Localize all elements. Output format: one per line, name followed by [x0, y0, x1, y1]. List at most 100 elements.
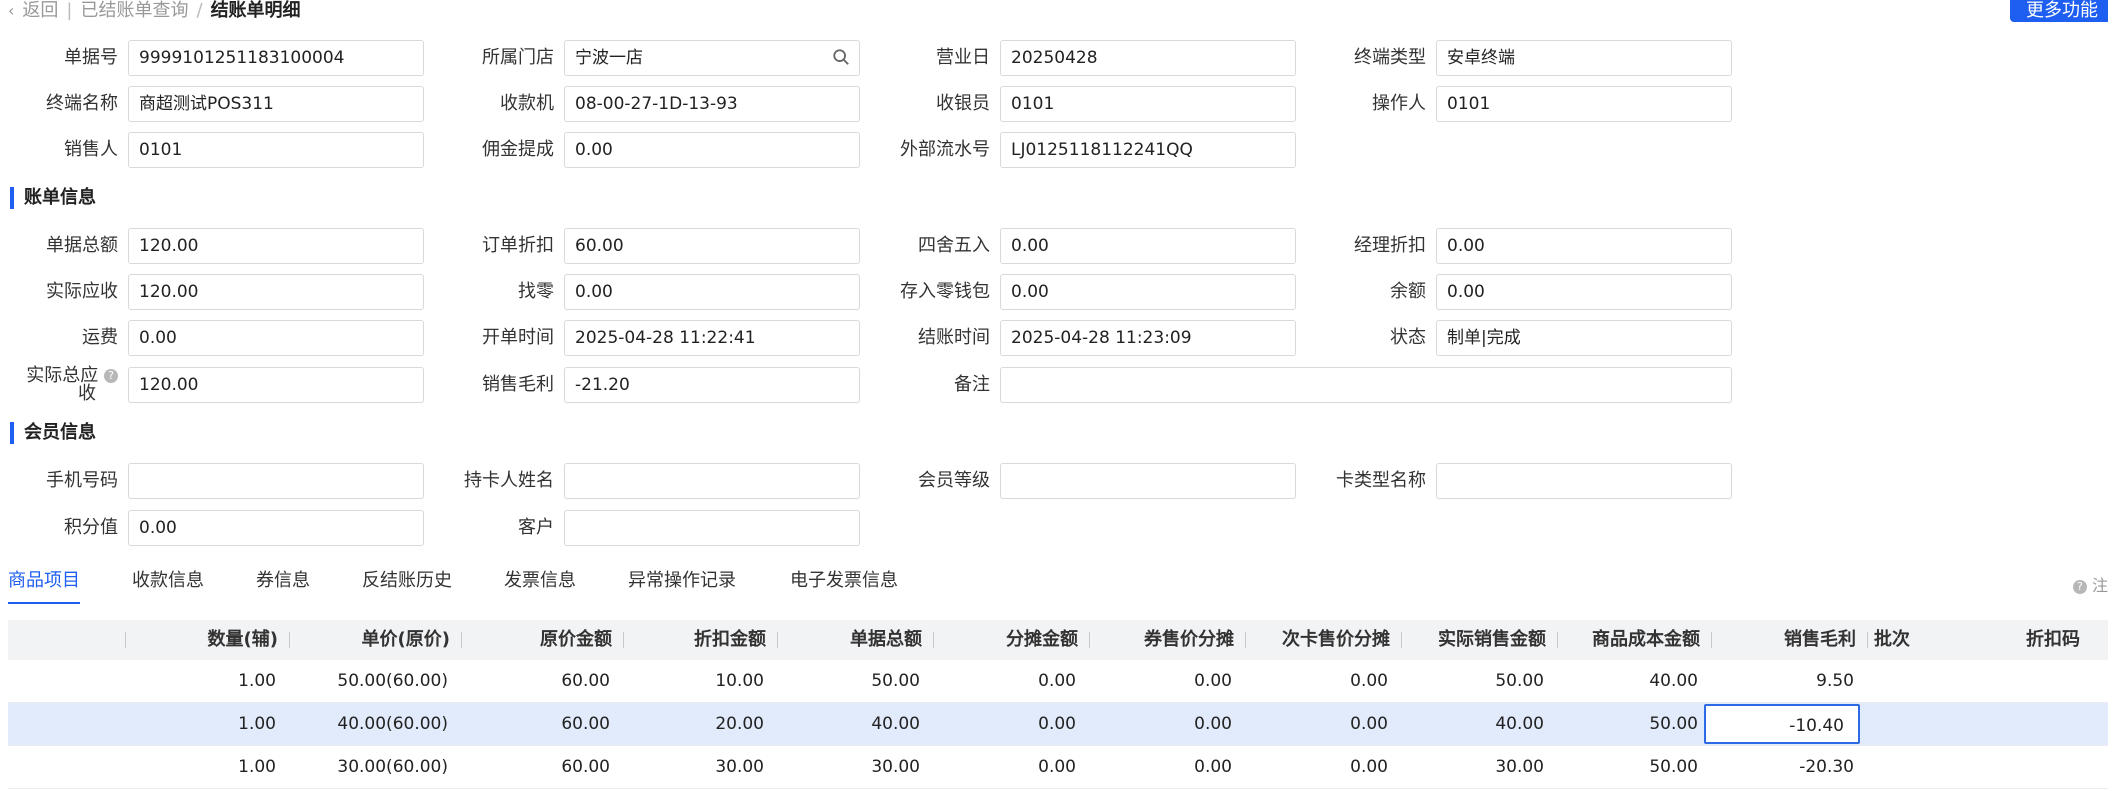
actual-total-input[interactable]: 120.00 [128, 367, 424, 403]
column-header[interactable]: 批次 [1868, 620, 2026, 660]
tab-payments[interactable]: 收款信息 [132, 566, 204, 602]
tab-reverse-history[interactable]: 反结账历史 [362, 566, 452, 602]
manager-discount-field: 经理折扣 0.00 [1354, 228, 1732, 264]
close-time-input[interactable]: 2025-04-28 11:23:09 [1000, 320, 1296, 356]
rounding-input[interactable]: 0.00 [1000, 228, 1296, 264]
more-functions-button[interactable]: 更多功能 [2010, 0, 2108, 22]
gross-profit-field: 销售毛利 -21.20 [482, 367, 860, 403]
table-row-selected[interactable]: 1.00 40.00(60.00) 60.00 20.00 40.00 0.00… [8, 703, 2108, 746]
phone-field: 手机号码 [46, 463, 424, 499]
note-link[interactable]: ? 注 [2072, 572, 2108, 596]
register-field: 收款机 08-00-27-1D-13-93 [500, 86, 860, 122]
column-header[interactable]: 数量(辅) [126, 620, 290, 660]
change-input[interactable]: 0.00 [564, 274, 860, 310]
commission-input[interactable]: 0.00 [564, 132, 860, 168]
column-header[interactable]: 单价(原价) [290, 620, 462, 660]
breadcrumb-divider: | [66, 0, 73, 21]
balance-input[interactable]: 0.00 [1436, 274, 1732, 310]
holder-input[interactable] [564, 463, 860, 499]
manager-discount-input[interactable]: 0.00 [1436, 228, 1732, 264]
salesperson-input[interactable]: 0101 [128, 132, 424, 168]
register-input[interactable]: 08-00-27-1D-13-93 [564, 86, 860, 122]
member-section-title: 会员信息 [10, 422, 96, 444]
doc-no-input[interactable]: 9999101251183100004 [128, 40, 424, 76]
wallet-input[interactable]: 0.00 [1000, 274, 1296, 310]
info-icon: ? [2072, 579, 2087, 594]
status-field: 状态 制单|完成 [1390, 320, 1732, 356]
commission-field: 佣金提成 0.00 [482, 132, 860, 168]
level-field: 会员等级 [918, 463, 1296, 499]
freight-input[interactable]: 0.00 [128, 320, 424, 356]
order-discount-input[interactable]: 60.00 [564, 228, 860, 264]
operator-input[interactable]: 0101 [1436, 86, 1732, 122]
tab-invoices[interactable]: 发票信息 [504, 566, 576, 602]
total-field: 单据总额 120.00 [46, 228, 424, 264]
focused-cell[interactable]: -10.40 [1704, 704, 1860, 744]
top-bar: ‹ 返回 | 已结账单查询 / 结账单明细 更多功能 [0, 0, 2108, 22]
table-header: 数量(辅) 单价(原价) 原价金额 折扣金额 单据总额 分摊金额 券售价分摊 次… [8, 620, 2108, 660]
column-header[interactable]: 券售价分摊 [1090, 620, 1246, 660]
wallet-field: 存入零钱包 0.00 [900, 274, 1296, 310]
remark-field: 备注 [954, 367, 1732, 403]
change-field: 找零 0.00 [518, 274, 860, 310]
cashier-field: 收银员 0101 [936, 86, 1296, 122]
gross-profit-input[interactable]: -21.20 [564, 367, 860, 403]
table-row[interactable]: 1.00 30.00(60.00) 60.00 30.00 30.00 0.00… [8, 746, 2108, 789]
customer-input[interactable] [564, 510, 860, 546]
phone-input[interactable] [128, 463, 424, 499]
operator-field: 操作人 0101 [1372, 86, 1732, 122]
points-field: 积分值 0.00 [64, 510, 424, 546]
tab-coupons[interactable]: 券信息 [256, 566, 310, 602]
tab-items[interactable]: 商品项目 [8, 566, 80, 604]
salesperson-field: 销售人 0101 [64, 132, 424, 168]
doc-no-field: 单据号 9999101251183100004 [64, 40, 424, 76]
freight-field: 运费 0.00 [82, 320, 424, 356]
terminal-name-input[interactable]: 商超测试POS311 [128, 86, 424, 122]
points-input[interactable]: 0.00 [128, 510, 424, 546]
column-header[interactable]: 单据总额 [778, 620, 934, 660]
tab-exception-log[interactable]: 异常操作记录 [628, 566, 736, 602]
total-input[interactable]: 120.00 [128, 228, 424, 264]
open-time-input[interactable]: 2025-04-28 11:22:41 [564, 320, 860, 356]
biz-day-input[interactable]: 20250428 [1000, 40, 1296, 76]
close-time-field: 结账时间 2025-04-28 11:23:09 [918, 320, 1296, 356]
terminal-type-input[interactable]: 安卓终端 [1436, 40, 1732, 76]
actual-receivable-input[interactable]: 120.00 [128, 274, 424, 310]
ext-serial-field: 外部流水号 LJ0125118112241QQ [900, 132, 1296, 168]
status-input[interactable]: 制单|完成 [1436, 320, 1732, 356]
open-time-field: 开单时间 2025-04-28 11:22:41 [482, 320, 860, 356]
remark-input[interactable] [1000, 367, 1732, 403]
column-header[interactable]: 原价金额 [462, 620, 624, 660]
tab-e-invoices[interactable]: 电子发票信息 [790, 566, 898, 602]
column-header[interactable]: 实际销售金额 [1402, 620, 1558, 660]
store-input[interactable]: 宁波一店 [564, 40, 860, 76]
customer-field: 客户 [518, 510, 860, 546]
breadcrumb-separator: / [196, 0, 203, 21]
column-header-blank [8, 620, 126, 660]
breadcrumb-current: 结账单明细 [210, 0, 301, 21]
column-header[interactable]: 折扣金额 [624, 620, 778, 660]
order-discount-field: 订单折扣 60.00 [482, 228, 860, 264]
terminal-name-field: 终端名称 商超测试POS311 [46, 86, 424, 122]
chevron-left-icon: ‹ [8, 1, 15, 20]
back-link[interactable]: ‹ 返回 | 已结账单查询 / 结账单明细 [8, 0, 301, 22]
cashier-input[interactable]: 0101 [1000, 86, 1296, 122]
ext-serial-input[interactable]: LJ0125118112241QQ [1000, 132, 1296, 168]
column-header[interactable]: 次卡售价分摊 [1246, 620, 1402, 660]
column-header[interactable]: 折扣码 [2026, 620, 2108, 660]
store-field: 所属门店 宁波一店 [482, 40, 860, 76]
terminal-type-field: 终端类型 安卓终端 [1354, 40, 1732, 76]
biz-day-field: 营业日 20250428 [936, 40, 1296, 76]
column-header[interactable]: 商品成本金额 [1558, 620, 1712, 660]
search-icon[interactable] [832, 48, 850, 66]
actual-receivable-field: 实际应收 120.00 [46, 274, 424, 310]
table-row[interactable]: 1.00 50.00(60.00) 60.00 10.00 50.00 0.00… [8, 660, 2108, 703]
card-type-input[interactable] [1436, 463, 1732, 499]
bill-section-title: 账单信息 [10, 187, 96, 209]
card-type-field: 卡类型名称 [1336, 463, 1732, 499]
column-header[interactable]: 分摊金额 [934, 620, 1090, 660]
breadcrumb-parent[interactable]: 已结账单查询 [80, 0, 188, 21]
column-header[interactable]: 销售毛利 [1712, 620, 1868, 660]
level-input[interactable] [1000, 463, 1296, 499]
help-icon[interactable]: ? [104, 369, 118, 383]
